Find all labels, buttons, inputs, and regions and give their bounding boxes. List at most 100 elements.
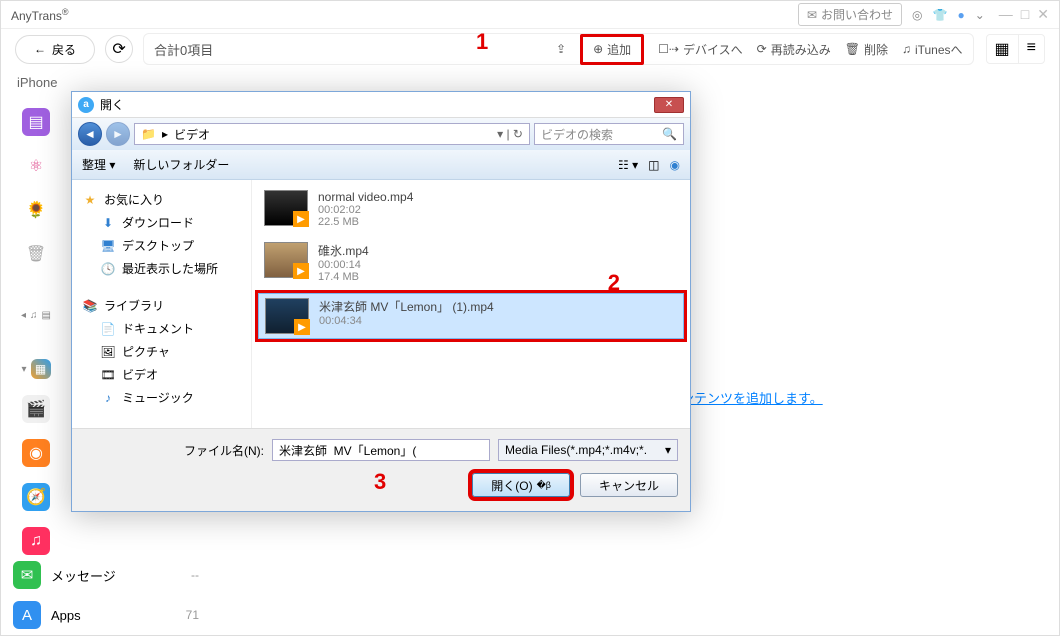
- refresh-button[interactable]: ⟳: [105, 35, 133, 63]
- video-thumbnail: ▶: [264, 190, 308, 226]
- play-badge-icon: ▶: [293, 263, 309, 279]
- apps-grid-icon[interactable]: ▦: [31, 359, 51, 379]
- window-maximize-button[interactable]: □: [1021, 6, 1029, 23]
- dialog-search-input[interactable]: ビデオの検索 🔍: [534, 123, 684, 145]
- library-icon: 📚: [82, 298, 98, 314]
- document-icon: 📄: [100, 321, 116, 337]
- sidebar-item-apps[interactable]: A Apps 71: [1, 595, 211, 635]
- window-minimize-button[interactable]: —: [999, 6, 1013, 23]
- sidebar-safari-icon[interactable]: 🧭: [22, 483, 50, 511]
- delete-button[interactable]: 🗑 削除: [845, 41, 888, 58]
- cancel-button[interactable]: キャンセル: [580, 473, 678, 497]
- add-content-link[interactable]: ンテンツを追加します。: [681, 391, 823, 406]
- arrow-left-icon: ←: [34, 42, 46, 56]
- chevron-down-icon: ▾: [665, 443, 671, 457]
- nav-back-button[interactable]: ◄: [78, 122, 102, 146]
- messages-icon: ✉: [13, 561, 41, 589]
- nav-forward-button[interactable]: ►: [106, 122, 130, 146]
- shirt-icon[interactable]: 👕: [933, 8, 948, 22]
- file-item-selected[interactable]: ▶ 米津玄師 MV「Lemon」 (1).mp4 00:04:34: [258, 293, 684, 339]
- total-count-label: 合計0項目: [154, 40, 213, 59]
- device-icon: ☐⇢: [658, 42, 679, 56]
- back-button[interactable]: ← 戻る: [15, 35, 95, 64]
- sidebar-pictures[interactable]: 🖼ピクチャ: [78, 340, 245, 363]
- sidebar-video-icon[interactable]: 🎬: [22, 395, 50, 423]
- toolbar-strip: 合計0項目 ⇪ 1 ⊕ 追加 ☐⇢ デバイスへ ⟳ 再読み込み 🗑 削除 ♫ i…: [143, 33, 974, 65]
- chevron-down-icon[interactable]: ⌄: [975, 8, 985, 22]
- annotation-1: 1: [476, 29, 488, 55]
- file-duration: 00:04:34: [319, 315, 494, 327]
- file-name: normal video.mp4: [318, 190, 413, 204]
- annotation-2: 2: [608, 270, 620, 296]
- dialog-app-icon: a: [78, 97, 94, 113]
- export-button[interactable]: ⇪: [556, 42, 566, 56]
- export-icon: ⇪: [556, 42, 566, 56]
- itunes-icon: ♫: [902, 42, 911, 56]
- preview-pane-button[interactable]: ◫: [648, 158, 659, 172]
- file-name: 米津玄師 MV「Lemon」 (1).mp4: [319, 298, 494, 315]
- search-icon: 🔍: [662, 127, 677, 141]
- plus-icon: ⊕: [593, 42, 603, 56]
- to-itunes-button[interactable]: ♫ iTunesへ: [902, 41, 963, 58]
- reload-icon: ⟳: [757, 42, 767, 56]
- sidebar-recent[interactable]: 🕓最近表示した場所: [78, 257, 245, 280]
- file-type-select[interactable]: Media Files(*.mp4;*.m4v;*.▾: [498, 439, 678, 461]
- open-file-dialog: a 開く ✕ ◄ ► 📁 ▸ ビデオ ▾ | ↻ ビデオの検索 🔍 整理 ▾ 新…: [71, 91, 691, 512]
- organize-button[interactable]: 整理 ▾: [82, 156, 115, 173]
- dialog-footer: ファイル名(N): Media Files(*.mp4;*.m4v;*.▾ 3 …: [72, 428, 690, 511]
- sidebar-library[interactable]: 📚ライブラリ: [78, 294, 245, 317]
- star-icon: ★: [82, 192, 98, 208]
- refresh-icon: ⟳: [112, 39, 125, 59]
- picture-icon: 🖼: [100, 344, 116, 360]
- sidebar-category-icon-1[interactable]: ▤: [22, 108, 50, 136]
- apps-icon: A: [13, 601, 41, 629]
- play-badge-icon: ▶: [293, 211, 309, 227]
- sidebar-documents[interactable]: 📄ドキュメント: [78, 317, 245, 340]
- sidebar-music2-icon[interactable]: ♫: [22, 527, 50, 555]
- sidebar-downloads[interactable]: ⬇ダウンロード: [78, 211, 245, 234]
- music-icon[interactable]: ♫: [30, 310, 38, 321]
- path-breadcrumb[interactable]: 📁 ▸ ビデオ ▾ | ↻: [134, 123, 530, 145]
- new-folder-button[interactable]: 新しいフォルダー: [133, 156, 229, 173]
- help-icon[interactable]: ◉: [670, 158, 680, 172]
- dialog-close-button[interactable]: ✕: [654, 97, 684, 113]
- sidebar-item-messages[interactable]: ✉ メッセージ --: [1, 555, 211, 595]
- window-close-button[interactable]: ✕: [1037, 6, 1049, 23]
- sidebar-desktop[interactable]: 🖥デスクトップ: [78, 234, 245, 257]
- inquiry-button[interactable]: ✉ お問い合わせ: [798, 3, 902, 26]
- sidebar-camera-icon[interactable]: ◉: [22, 439, 50, 467]
- trash-icon: 🗑: [845, 42, 860, 56]
- list-view-button[interactable]: ≡: [1019, 35, 1044, 63]
- filename-input[interactable]: [272, 439, 490, 461]
- view-mode-button[interactable]: ☷ ▾: [618, 158, 638, 172]
- file-item[interactable]: ▶ normal video.mp4 00:02:02 22.5 MB: [258, 186, 684, 232]
- sidebar-trash-icon[interactable]: 🗑: [22, 240, 50, 268]
- folder-icon: 📁: [141, 127, 156, 141]
- reload-button[interactable]: ⟳ 再読み込み: [757, 41, 831, 58]
- video-thumbnail: ▶: [265, 298, 309, 334]
- dialog-titlebar: a 開く ✕: [72, 92, 690, 118]
- video-thumbnail: ▶: [264, 242, 308, 278]
- to-device-button[interactable]: ☐⇢ デバイスへ: [658, 41, 742, 58]
- filename-label: ファイル名(N):: [84, 442, 264, 459]
- globe-icon[interactable]: ◎: [912, 8, 922, 22]
- sidebar-favorites[interactable]: ★お気に入り: [78, 188, 245, 211]
- dialog-title: 開く: [100, 96, 124, 113]
- sidebar-music[interactable]: ♪ミュージック: [78, 386, 245, 409]
- annotation-3: 3: [374, 469, 386, 495]
- app-titlebar: AnyTrans® ✉ お問い合わせ ◎ 👕 ● ⌄ — □ ✕: [1, 1, 1059, 29]
- dialog-sidebar: ★お気に入り ⬇ダウンロード 🖥デスクトップ 🕓最近表示した場所 📚ライブラリ …: [72, 180, 252, 428]
- desktop-icon: 🖥: [100, 238, 116, 254]
- open-button[interactable]: 開く(O) �β: [472, 473, 570, 497]
- recent-icon: 🕓: [100, 261, 116, 277]
- file-size: 17.4 MB: [318, 271, 369, 283]
- add-button[interactable]: ⊕ 追加: [580, 34, 644, 65]
- grid-view-button[interactable]: ▦: [987, 35, 1019, 63]
- video-icon: 🎞: [100, 367, 116, 383]
- user-avatar[interactable]: ●: [957, 8, 964, 22]
- sidebar-flower-icon[interactable]: 🌻: [22, 196, 50, 224]
- sidebar-videos[interactable]: 🎞ビデオ: [78, 363, 245, 386]
- file-item[interactable]: ▶ 碓氷.mp4 00:00:14 17.4 MB: [258, 238, 684, 287]
- file-list: ▶ normal video.mp4 00:02:02 22.5 MB ▶ 碓氷…: [252, 180, 690, 428]
- sidebar-share-icon[interactable]: ⚛: [22, 152, 50, 180]
